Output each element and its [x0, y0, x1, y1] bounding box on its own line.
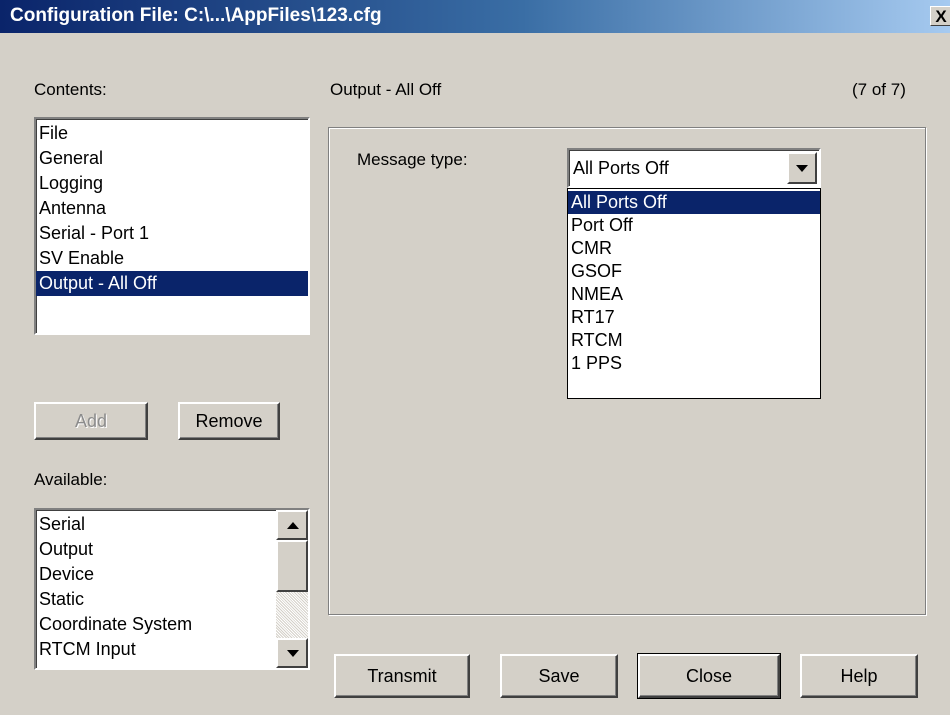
contents-item-logging[interactable]: Logging [36, 171, 308, 196]
message-type-select[interactable]: All Ports Off [567, 148, 821, 188]
scroll-thumb[interactable] [276, 540, 308, 592]
contents-item-serial-port-1[interactable]: Serial - Port 1 [36, 221, 308, 246]
contents-item-antenna[interactable]: Antenna [36, 196, 308, 221]
window-title: Configuration File: C:\...\AppFiles\123.… [10, 5, 382, 26]
contents-item-sv-enable[interactable]: SV Enable [36, 246, 308, 271]
close-button[interactable]: Close [637, 653, 781, 699]
available-item-coordinate-system[interactable]: Coordinate System [36, 612, 269, 637]
close-window-button[interactable]: X [930, 6, 950, 26]
available-listbox[interactable]: Serial Output Device Static Coordinate S… [34, 508, 310, 670]
contents-listbox[interactable]: File General Logging Antenna Serial - Po… [34, 117, 310, 335]
add-button[interactable]: Add [34, 402, 148, 440]
available-item-serial[interactable]: Serial [36, 512, 269, 537]
settings-panel: Message type: All Ports Off All Ports Of… [328, 127, 926, 615]
message-type-label: Message type: [357, 150, 468, 169]
message-type-value: All Ports Off [573, 158, 669, 178]
contents-label: Contents: [34, 80, 107, 99]
title-bar[interactable]: Configuration File: C:\...\AppFiles\123.… [0, 0, 950, 33]
option-all-ports-off[interactable]: All Ports Off [568, 191, 820, 214]
dropdown-button[interactable] [787, 152, 817, 184]
available-item-static[interactable]: Static [36, 587, 269, 612]
contents-item-file[interactable]: File [36, 121, 308, 146]
option-nmea[interactable]: NMEA [568, 283, 820, 306]
scroll-up-button[interactable] [276, 510, 308, 540]
option-gsof[interactable]: GSOF [568, 260, 820, 283]
save-button[interactable]: Save [500, 654, 618, 698]
chevron-down-icon [796, 165, 808, 172]
help-button[interactable]: Help [800, 654, 918, 698]
available-scrollbar[interactable] [276, 510, 308, 668]
transmit-button[interactable]: Transmit [334, 654, 470, 698]
arrow-down-icon [287, 650, 299, 657]
arrow-up-icon [287, 522, 299, 529]
available-label: Available: [34, 470, 108, 489]
available-item-output[interactable]: Output [36, 537, 269, 562]
available-item-rtcm-input[interactable]: RTCM Input [36, 637, 269, 662]
available-item-device[interactable]: Device [36, 562, 269, 587]
scroll-down-button[interactable] [276, 638, 308, 668]
option-cmr[interactable]: CMR [568, 237, 820, 260]
message-type-dropdown-list[interactable]: All Ports Off Port Off CMR GSOF NMEA RT1… [567, 188, 821, 399]
option-1-pps[interactable]: 1 PPS [568, 352, 820, 375]
contents-item-general[interactable]: General [36, 146, 308, 171]
option-rt17[interactable]: RT17 [568, 306, 820, 329]
remove-button[interactable]: Remove [178, 402, 280, 440]
contents-item-output-all-off[interactable]: Output - All Off [36, 271, 308, 296]
panel-heading: Output - All Off [330, 80, 442, 99]
option-rtcm[interactable]: RTCM [568, 329, 820, 352]
page-counter: (7 of 7) [852, 80, 906, 99]
option-port-off[interactable]: Port Off [568, 214, 820, 237]
